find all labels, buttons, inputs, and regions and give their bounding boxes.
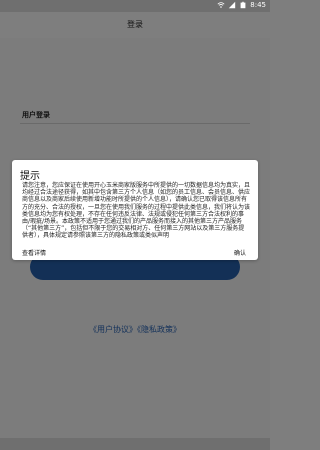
- dialog-body-text: 请您注意，您应保证在使用开心玉米商家版服务中所提供的一切数据信息均为真实，且均经…: [22, 182, 251, 240]
- view-details-button[interactable]: 查看详情: [22, 248, 46, 257]
- confirm-button[interactable]: 确认: [234, 248, 246, 257]
- dialog-actions: 查看详情 确认: [22, 248, 246, 258]
- dialog-title: 提示: [20, 171, 40, 182]
- system-nav-bar: [0, 438, 270, 450]
- privacy-dialog: 提示 请您注意，您应保证在使用开心玉米商家版服务中所提供的一切数据信息均为真实，…: [12, 160, 258, 260]
